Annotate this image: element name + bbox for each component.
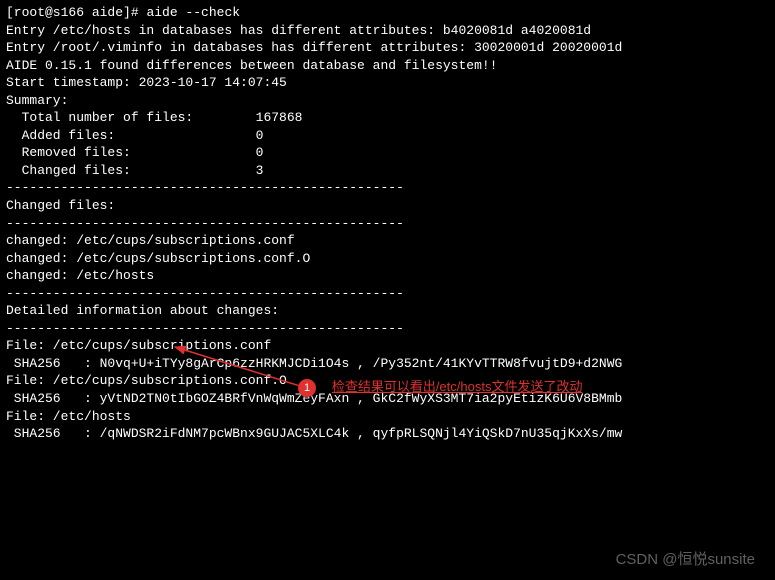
changed-file: changed: /etc/cups/subscriptions.conf — [6, 232, 769, 250]
file-header: File: /etc/cups/subscriptions.conf — [6, 337, 769, 355]
output-line: Entry /etc/hosts in databases has differ… — [6, 22, 769, 40]
summary-added: Added files: 0 — [6, 127, 769, 145]
terminal-output: [root@s166 aide]# aide --check Entry /et… — [6, 4, 769, 443]
file-header: File: /etc/hosts — [6, 408, 769, 426]
prompt-line[interactable]: [root@s166 aide]# aide --check — [6, 4, 769, 22]
separator: ----------------------------------------… — [6, 285, 769, 303]
detailed-header: Detailed information about changes: — [6, 302, 769, 320]
summary-header: Summary: — [6, 92, 769, 110]
summary-removed: Removed files: 0 — [6, 144, 769, 162]
shell-prompt: [root@s166 aide]# — [6, 5, 146, 20]
file-header: File: /etc/cups/subscriptions.conf.O — [6, 372, 769, 390]
changed-file: changed: /etc/hosts — [6, 267, 769, 285]
separator: ----------------------------------------… — [6, 320, 769, 338]
summary-changed: Changed files: 3 — [6, 162, 769, 180]
output-line: Start timestamp: 2023-10-17 14:07:45 — [6, 74, 769, 92]
changed-file: changed: /etc/cups/subscriptions.conf.O — [6, 250, 769, 268]
watermark-text: CSDN @恒悦sunsite — [616, 550, 755, 570]
changed-files-header: Changed files: — [6, 197, 769, 215]
output-line: Entry /root/.viminfo in databases has di… — [6, 39, 769, 57]
file-sha: SHA256 : /qNWDSR2iFdNM7pcWBnx9GUJAC5XLC4… — [6, 425, 769, 443]
file-sha: SHA256 : N0vq+U+iTYy8gArCp6zzHRKMJCDi1O4… — [6, 355, 769, 373]
summary-total: Total number of files: 167868 — [6, 109, 769, 127]
file-sha: SHA256 : yVtND2TN0tIbGOZ4BRfVnWqWmZeyFAx… — [6, 390, 769, 408]
typed-command: aide --check — [146, 5, 240, 20]
output-line: AIDE 0.15.1 found differences between da… — [6, 57, 769, 75]
separator: ----------------------------------------… — [6, 215, 769, 233]
separator: ----------------------------------------… — [6, 179, 769, 197]
